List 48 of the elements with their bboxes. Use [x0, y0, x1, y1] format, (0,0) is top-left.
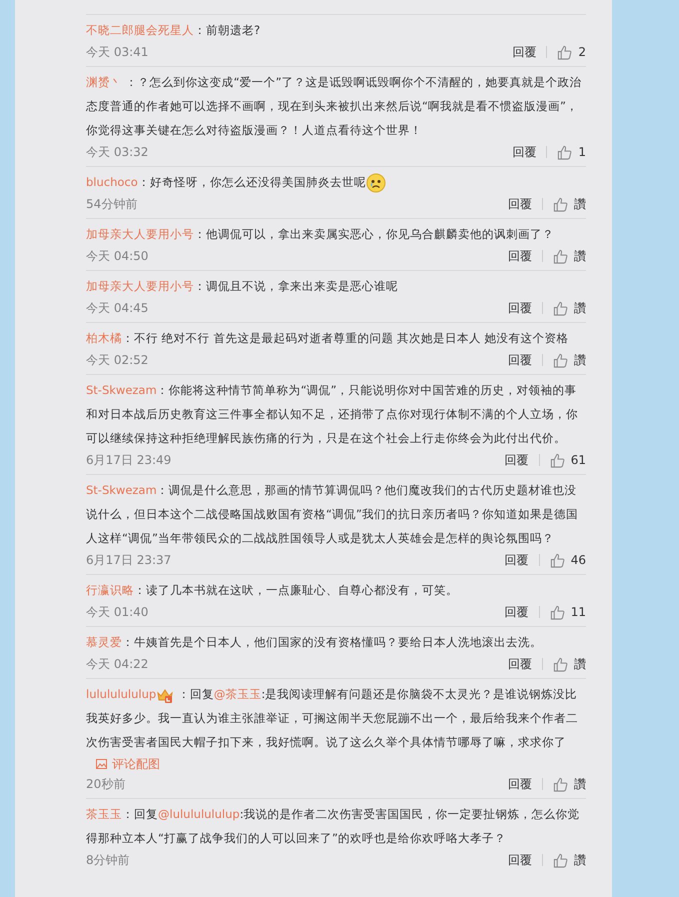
reply-link[interactable]: 回覆	[508, 198, 543, 210]
like-count[interactable]: 讚	[574, 776, 586, 792]
reply-link[interactable]: 回覆	[504, 454, 540, 466]
comment-time: 今天 04:50	[86, 248, 150, 264]
like-count[interactable]: 讚	[574, 852, 586, 868]
comment-time: 6月17日 23:49	[86, 452, 172, 468]
like-count[interactable]: 讚	[574, 248, 586, 264]
reply-link[interactable]: 回覆	[504, 606, 540, 618]
reply-link[interactable]: 回覆	[504, 554, 540, 566]
reply-link[interactable]: 回覆	[508, 302, 543, 314]
comment-time: 54分钟前	[86, 196, 138, 212]
comment-text: 茶玉玉：回复@lulululululup:我说的是作者二次伤害受害国国民，你一定要扯钢炼，怎么你觉得那种立本人“打赢了战争我们的人可以回来了”的欢呼也是给你欢呼咯大孝子？	[86, 806, 581, 847]
comment-time: 20秒前	[86, 776, 126, 792]
reply-link[interactable]: 回覆	[512, 46, 548, 58]
comment-time: 今天 03:32	[86, 144, 150, 160]
comment-time: 今天 04:45	[86, 300, 150, 316]
reply-link[interactable]: 回覆	[508, 354, 543, 366]
reply-link[interactable]: 回覆	[512, 146, 548, 158]
comment-time: 今天 02:52	[86, 352, 150, 368]
like-count[interactable]: 讚	[574, 352, 586, 368]
comment-text: lulululululup ：回复@茶玉玉:是我阅读理解有问题还是你脑袋不太灵光？是谁说钢炼没比我英好多少。我一直认为谁主张誰举证，可搁这闹半天您屁蹦不出一个，最后给我来个作者二次伤害受害者国民大帽子扣下来，我好慌啊。说了这么久举个具体情节哪辱了嘛，求求你了	[86, 686, 579, 751]
like-count[interactable]: 61	[570, 453, 586, 467]
like-count[interactable]: 2	[578, 45, 586, 59]
comment-time: 今天 01:40	[86, 604, 150, 620]
comment-text: 慕灵爱：牛姨首先是个日本人，他们国家的没有资格懂吗？要给日本人洗地滚出去洗。	[86, 634, 543, 651]
like-count[interactable]: 讚	[574, 300, 586, 316]
comment-text: St-Skwezam：调侃是什么意思，那画的情节算调侃吗？他们魔改我们的古代历史题材谁也没说什么，但日本这个二战侵略国战败国有资格“调侃”我们的抗日亲历者吗？你知道如果是德国人这样“调侃”当年带领民众的二战战胜国领导人或是犹太人英雄会是怎样的舆论氛围吗？	[86, 482, 579, 547]
comment-text: 柏木橘：不行 绝对不行 首先这是最起码对逝者尊重的问题 其次她是日本人 她没有这个资格	[86, 330, 570, 347]
like-count[interactable]: 11	[570, 605, 586, 619]
comment-time: 6月17日 23:37	[86, 552, 172, 568]
like-count[interactable]: 讚	[574, 196, 586, 212]
reply-link[interactable]: 回覆	[508, 250, 543, 262]
comment-time: 8分钟前	[86, 852, 131, 868]
comment-text: 加母亲大人要用小号：他调侃可以，拿出来卖属实恶心，你见乌合麒麟卖他的讽刺画了？	[86, 226, 555, 243]
comment-text: bluchoco：好奇怪呀，你怎么还没得美国肺炎去世呢	[86, 170, 586, 194]
reply-link[interactable]: 回覆	[508, 854, 543, 866]
comment-text: 不晓二郎腿会死星人：前朝遗老?	[86, 22, 262, 39]
comment-time: 今天 04:22	[86, 656, 150, 672]
comment-text: 行瀛识略：读了几本书就在这吠，一点廉耻心、自尊心都没有，可笑。	[86, 582, 459, 599]
comment-text: 渊赟丶 ：？怎么到你这变成“爱一个”了？这是诋毁啊诋毁啊你个不清醒的，她要真就是个政治态度普通的作者她可以选择不画啊，现在到头来被扒出来然后说“啊我就是看不惯盗版漫画”，你觉得这事关键在怎么对待盗版漫画？！人道点看待这个世界！	[86, 74, 583, 139]
like-count[interactable]: 1	[578, 145, 586, 159]
comment-time: 今天 03:41	[86, 44, 150, 60]
like-count[interactable]: 讚	[574, 656, 586, 672]
reply-link[interactable]: 回覆	[508, 658, 543, 670]
like-count[interactable]: 46	[570, 553, 586, 567]
reply-link[interactable]: 回覆	[508, 778, 543, 790]
comment-text: St-Skwezam：你能将这种情节简单称为“调侃”，只能说明你对中国苦难的历史，对领袖的事和对日本战后历史教育这三件事全都认知不足，还捎带了点你对现行体制不满的个人立场，你可以继续保持这种拒绝理解民族伤痛的行为，只是在这个社会上行走你终会为此付出代价。	[86, 382, 579, 447]
comment-text: 加母亲大人要用小号：调侃且不说，拿来出来卖是恶心谁呢	[86, 278, 399, 295]
